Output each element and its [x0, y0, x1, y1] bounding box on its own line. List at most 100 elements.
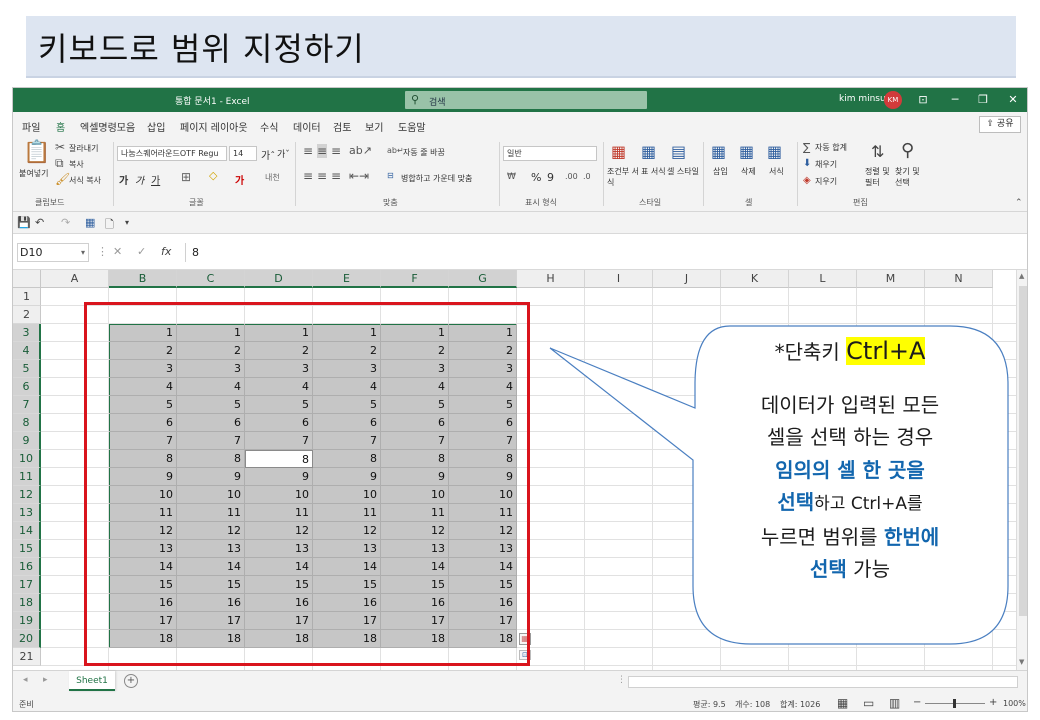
align-bottom-icon[interactable]: ≡ — [331, 144, 341, 158]
scroll-up-icon[interactable]: ▲ — [1019, 272, 1024, 280]
row-header-16[interactable]: 16 — [13, 558, 41, 576]
delete-cells-button[interactable]: 삭제 — [741, 166, 756, 177]
copy-button[interactable]: 복사 — [69, 159, 84, 170]
cell-styles-icon[interactable]: ▤ — [671, 142, 686, 161]
row-header-15[interactable]: 15 — [13, 540, 41, 558]
avatar[interactable]: KM — [884, 91, 902, 109]
font-name-select[interactable]: 나눔스퀘어라운드OTF Regu — [117, 146, 227, 161]
column-header-f[interactable]: F — [381, 270, 449, 288]
paste-icon[interactable]: 📋 — [23, 140, 50, 165]
format-painter-icon[interactable]: 🖌 — [55, 172, 70, 186]
shrink-font-icon[interactable]: 가ˇ — [277, 147, 290, 160]
indent-icon[interactable]: ⇤⇥ — [349, 169, 369, 183]
row-header-20[interactable]: 20 — [13, 630, 41, 648]
chevron-down-icon[interactable]: ▾ — [81, 244, 85, 261]
row-header-2[interactable]: 2 — [13, 306, 41, 324]
tab-insert[interactable]: 삽입 — [147, 119, 165, 134]
merge-center-button[interactable]: 병합하고 가운데 맞춤 — [401, 173, 472, 184]
row-header-14[interactable]: 14 — [13, 522, 41, 540]
row-header-18[interactable]: 18 — [13, 594, 41, 612]
cancel-icon[interactable]: ✕ — [113, 245, 122, 258]
formula-input[interactable]: 8 — [185, 243, 1025, 262]
increase-decimal-icon[interactable]: .00 — [565, 172, 578, 181]
column-header-b[interactable]: B — [109, 270, 177, 288]
wrap-text-icon[interactable]: ab↵ — [387, 146, 404, 155]
undo-icon[interactable]: ↶ — [35, 216, 44, 229]
decrease-decimal-icon[interactable]: .0 — [583, 172, 591, 181]
conditional-format-button[interactable]: 조건부 서식 — [607, 166, 641, 188]
autosum-button[interactable]: 자동 합계 — [815, 142, 847, 153]
tab-page-layout[interactable]: 페이지 레이아웃 — [180, 119, 248, 134]
minimize-icon[interactable]: ─ — [943, 91, 967, 109]
row-header-17[interactable]: 17 — [13, 576, 41, 594]
tab-data[interactable]: 데이터 — [293, 119, 321, 134]
border-icon[interactable]: ⊞ — [181, 170, 191, 184]
column-header-l[interactable]: L — [789, 270, 857, 288]
row-header-13[interactable]: 13 — [13, 504, 41, 522]
add-sheet-icon[interactable]: + — [124, 674, 138, 688]
share-button[interactable]: ⇪ 공유 — [979, 116, 1021, 133]
tab-help[interactable]: 도움말 — [398, 119, 426, 134]
cut-icon[interactable]: ✂ — [55, 140, 65, 154]
fill-color-icon[interactable]: ◇ — [209, 169, 217, 182]
scroll-thumb[interactable] — [1019, 286, 1027, 616]
delete-cells-icon[interactable]: ▦ — [739, 142, 754, 161]
zoom-in-icon[interactable]: + — [989, 697, 997, 708]
align-top-icon[interactable]: ≡ — [303, 144, 313, 158]
clear-button[interactable]: 지우기 — [815, 176, 837, 187]
align-right-icon[interactable]: ≡ — [331, 169, 341, 183]
insert-cells-button[interactable]: 삽입 — [713, 166, 728, 177]
row-header-3[interactable]: 3 — [13, 324, 41, 342]
ribbon-display-icon[interactable]: ⊡ — [911, 91, 935, 109]
page-break-view-icon[interactable]: ▥ — [889, 696, 900, 710]
next-sheet-icon[interactable]: ▸ — [43, 675, 48, 685]
align-left-icon[interactable]: ≡ — [303, 169, 313, 183]
font-color-icon[interactable]: 가 — [235, 172, 244, 187]
prev-sheet-icon[interactable]: ◂ — [23, 675, 28, 685]
orientation-icon[interactable]: ab↗ — [349, 144, 372, 157]
zoom-out-icon[interactable]: − — [913, 697, 921, 708]
column-header-g[interactable]: G — [449, 270, 517, 288]
select-all-corner[interactable] — [13, 270, 41, 288]
row-header-9[interactable]: 9 — [13, 432, 41, 450]
save-icon[interactable]: 💾 — [17, 216, 31, 229]
row-header-8[interactable]: 8 — [13, 414, 41, 432]
row-header-19[interactable]: 19 — [13, 612, 41, 630]
conditional-format-icon[interactable]: ▦ — [611, 142, 626, 161]
comma-icon[interactable]: 9 — [547, 171, 554, 184]
format-cells-icon[interactable]: ▦ — [767, 142, 782, 161]
zoom-slider-handle[interactable] — [953, 699, 956, 708]
row-header-4[interactable]: 4 — [13, 342, 41, 360]
column-header-i[interactable]: I — [585, 270, 653, 288]
row-header-1[interactable]: 1 — [13, 288, 41, 306]
cell-styles-button[interactable]: 셀 스타일 — [667, 166, 701, 177]
number-format-select[interactable]: 일반 — [503, 146, 597, 161]
format-cells-button[interactable]: 서식 — [769, 166, 784, 177]
fill-icon[interactable]: ⬇ — [803, 158, 811, 169]
column-header-k[interactable]: K — [721, 270, 789, 288]
sort-filter-button[interactable]: 정렬 및 필터 — [865, 166, 891, 188]
find-select-button[interactable]: 찾기 및 선택 — [895, 166, 925, 188]
column-header-m[interactable]: M — [857, 270, 925, 288]
tab-macro-commands[interactable]: 엑셀명령모음 — [80, 119, 135, 134]
format-table-button[interactable]: 표 서식 — [641, 166, 667, 177]
merge-icon[interactable]: ⊟ — [387, 171, 394, 180]
name-box[interactable]: D10 ▾ — [17, 243, 89, 262]
format-table-icon[interactable]: ▦ — [641, 142, 656, 161]
insert-function-icon[interactable]: fx — [161, 245, 171, 258]
underline-button[interactable]: 가 — [151, 172, 160, 187]
column-header-a[interactable]: A — [41, 270, 109, 288]
format-painter-button[interactable]: 서식 복사 — [69, 175, 101, 186]
normal-view-icon[interactable]: ▦ — [837, 696, 848, 710]
row-header-10[interactable]: 10 — [13, 450, 41, 468]
column-header-j[interactable]: J — [653, 270, 721, 288]
row-header-21[interactable]: 21 — [13, 648, 41, 666]
restore-icon[interactable]: ❐ — [971, 91, 995, 109]
italic-button[interactable]: 가 — [135, 172, 144, 187]
font-size-select[interactable]: 14 — [229, 146, 257, 161]
tab-view[interactable]: 보기 — [365, 119, 383, 134]
close-icon[interactable]: ✕ — [1001, 91, 1025, 109]
column-header-n[interactable]: N — [925, 270, 993, 288]
align-center-icon[interactable]: ≡ — [317, 169, 327, 183]
sort-filter-icon[interactable]: ⇅ — [871, 142, 884, 161]
